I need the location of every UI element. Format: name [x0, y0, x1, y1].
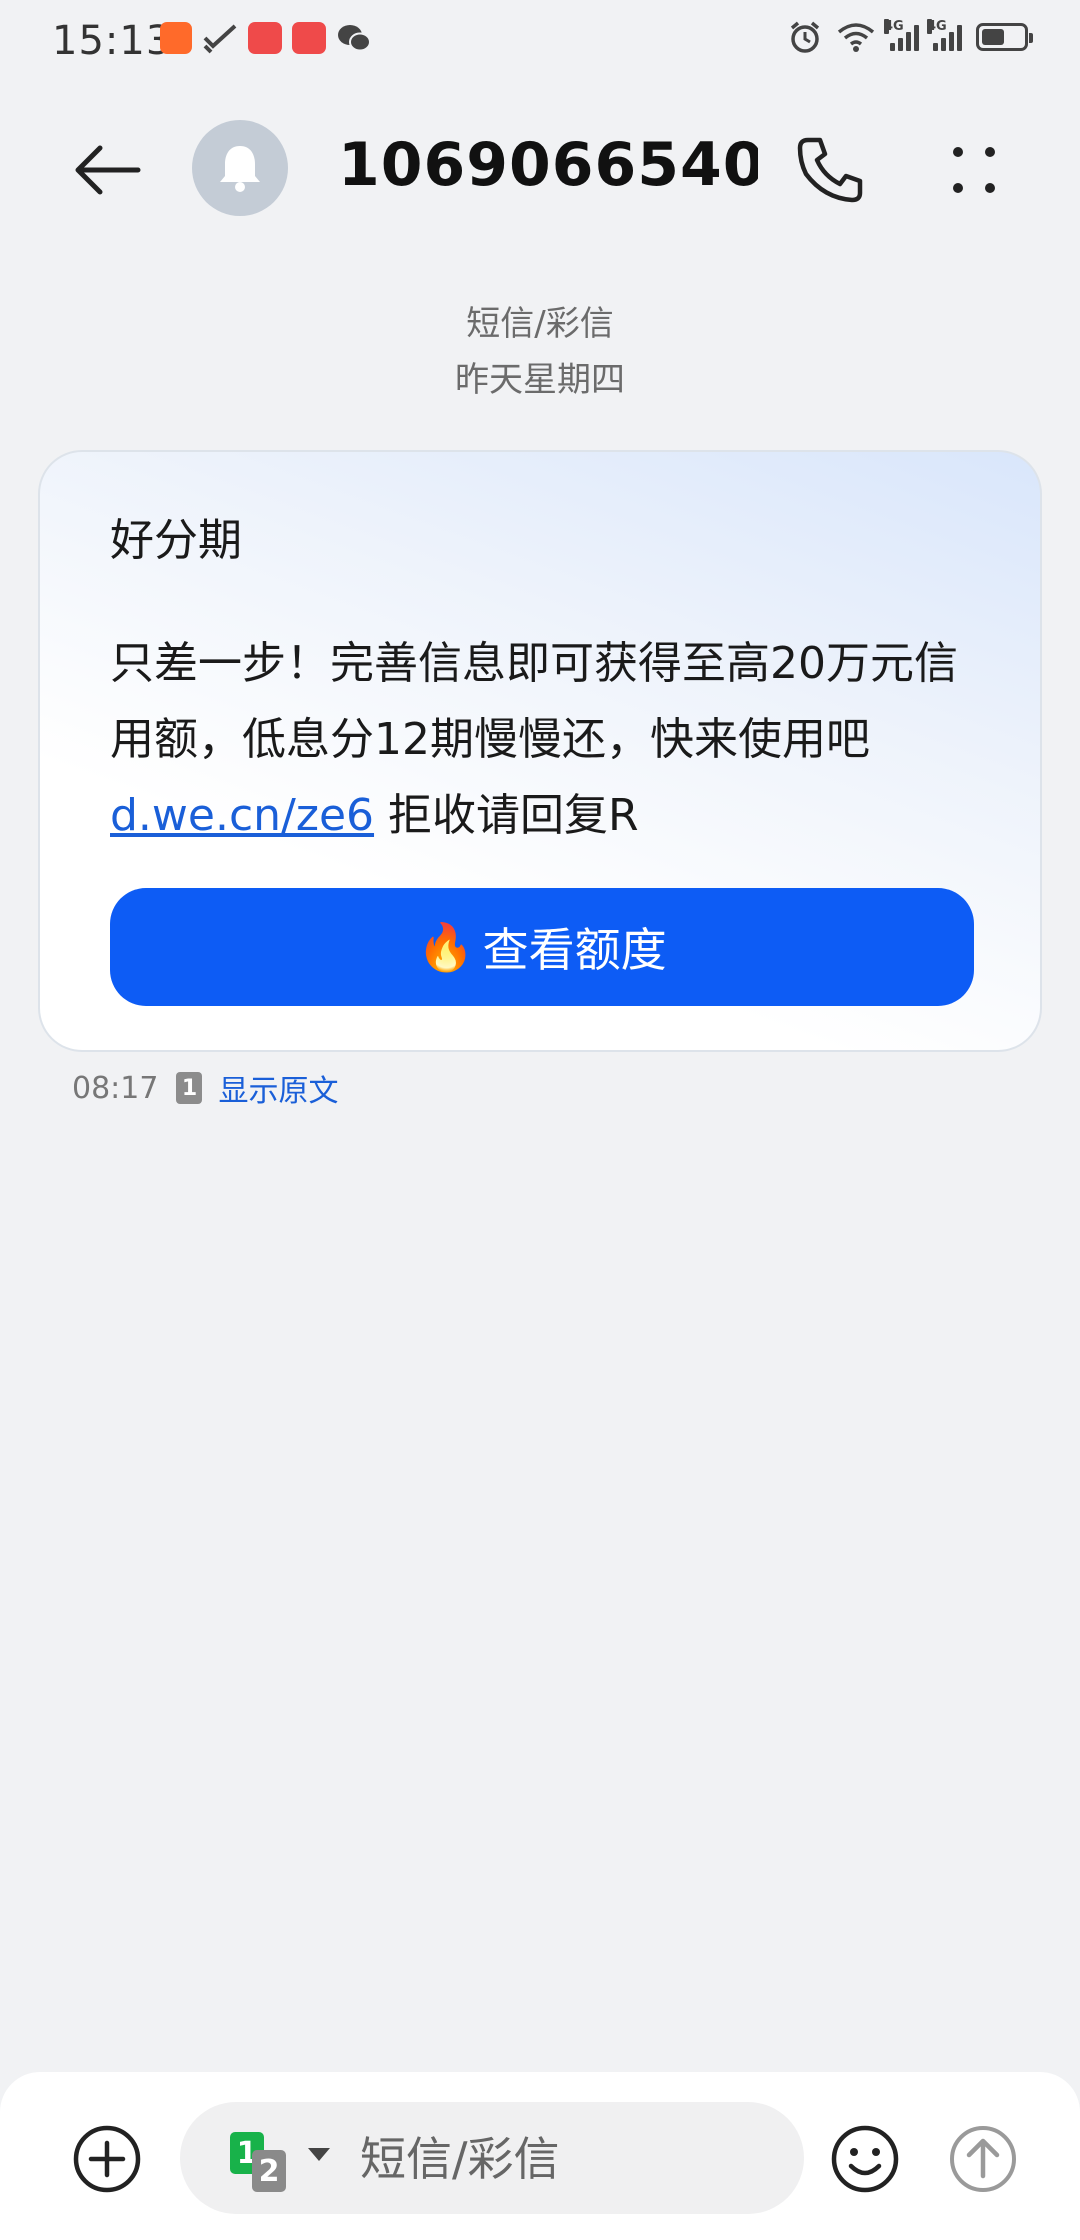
message-input[interactable]: [358, 2120, 782, 2198]
app-notification-icon: [160, 22, 192, 54]
call-button[interactable]: [792, 132, 868, 208]
cta-label: 查看额度: [482, 923, 667, 977]
network-type-2: 4G: [927, 19, 947, 34]
cellular-signal-2-icon: 4G: [927, 19, 962, 51]
message-card[interactable]: 好分期 只差一步！完善信息即可获得至高20万元信用额，低息分12期慢慢还，快来使…: [38, 450, 1042, 1052]
message-text-tail: 拒收请回复R: [374, 790, 639, 841]
notification-icons: [160, 22, 372, 54]
view-credit-limit-button[interactable]: 🔥 查看额度: [110, 888, 974, 1006]
fire-icon: 🔥: [417, 919, 475, 974]
shopping-app-icon: [248, 22, 282, 54]
avatar[interactable]: [192, 120, 288, 216]
cellular-signal-1-icon: 4G: [884, 19, 919, 51]
wifi-icon: [837, 23, 875, 52]
battery-level: [982, 29, 1004, 45]
compose-bar: 1 2: [0, 2072, 1080, 2240]
chevron-down-icon[interactable]: [308, 2148, 330, 2161]
contact-name: 1069066540...: [338, 130, 758, 200]
message-body: 只差一步！完善信息即可获得至高20万元信用额，低息分12期慢慢还，快来使用吧 d…: [110, 626, 990, 854]
status-bar: 15:13 4G 4G: [0, 0, 1080, 84]
conversation-date-header: 短信/彩信 昨天星期四: [0, 296, 1080, 408]
shopping-app-icon-2: [292, 22, 326, 54]
alarm-clock-icon: [790, 21, 820, 53]
add-attachment-button[interactable]: [72, 2124, 142, 2194]
battery-icon: [976, 23, 1033, 51]
compose-input-container[interactable]: 1 2: [180, 2102, 804, 2214]
message-sender-title: 好分期: [110, 515, 242, 566]
sim-switch-button[interactable]: 1 2: [230, 2132, 294, 2192]
send-arrow-up-icon: [950, 2126, 1016, 2192]
emoji-button[interactable]: [830, 2124, 900, 2194]
status-time: 15:13: [52, 18, 173, 64]
message-text: 只差一步！完善信息即可获得至高20万元信用额，低息分12期慢慢还，快来使用吧: [110, 638, 958, 765]
plus-circle-icon: [73, 2125, 141, 2193]
smiley-icon: [831, 2125, 899, 2193]
bell-icon: [220, 146, 260, 192]
show-original-link[interactable]: 显示原文: [218, 1066, 338, 1110]
system-status: 4G 4G: [788, 19, 1033, 54]
phone-icon: [797, 137, 863, 203]
back-arrow-icon: [75, 145, 141, 195]
sim-2-badge: 2: [252, 2150, 286, 2192]
more-dots-icon: [953, 147, 995, 193]
message-type-label: 短信/彩信: [466, 304, 614, 344]
network-type-1: 4G: [884, 19, 904, 34]
send-button[interactable]: [948, 2124, 1018, 2194]
wechat-icon: [338, 25, 371, 52]
message-time: 08:17: [72, 1070, 159, 1106]
more-options-button[interactable]: [936, 132, 1012, 208]
conversation-header: 1069066540...: [0, 100, 1080, 240]
message-meta: 08:17 1 显示原文: [72, 1066, 338, 1110]
back-button[interactable]: [70, 132, 146, 208]
check-mark-icon: [203, 24, 237, 54]
sim-slot-badge: 1: [176, 1072, 203, 1104]
message-link[interactable]: d.we.cn/ze6: [110, 790, 374, 841]
date-label: 昨天星期四: [455, 360, 625, 400]
